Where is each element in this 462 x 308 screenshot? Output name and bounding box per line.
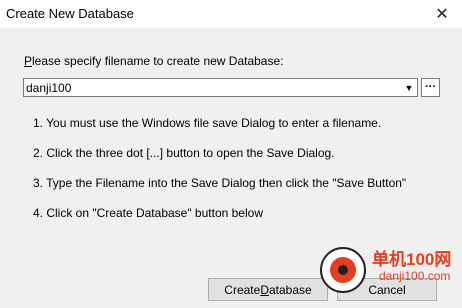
ellipsis-icon: ··· — [425, 81, 436, 93]
prompt-accelerator: P — [24, 54, 33, 68]
filename-combobox[interactable]: danji100 ▼ — [23, 78, 418, 97]
window-title: Create New Database — [6, 6, 134, 21]
watermark-text: 单机100网 — [372, 250, 452, 269]
instruction-step: 1. You must use the Windows file save Di… — [33, 116, 382, 130]
create-database-button[interactable]: Create Database — [208, 278, 328, 301]
close-button[interactable]: ✕ — [422, 0, 462, 28]
filename-value: danji100 — [26, 81, 72, 95]
instruction-step: 3. Type the Filename into the Save Dialo… — [33, 176, 407, 190]
chevron-down-icon[interactable]: ▼ — [401, 79, 417, 96]
watermark-url: danji100.com — [379, 269, 451, 283]
create-button-label-start: Create — [224, 282, 261, 297]
instructions-list: 1. You must use the Windows file save Di… — [33, 116, 443, 236]
title-bar: Create New Database ✕ — [0, 0, 462, 29]
filename-prompt-label: Please specify filename to create new Da… — [24, 54, 284, 68]
close-icon: ✕ — [435, 6, 449, 23]
create-button-accelerator: D — [260, 282, 269, 297]
instruction-step: 2. Click the three dot [...] button to o… — [33, 146, 335, 160]
watermark-circle-icon — [320, 247, 366, 293]
create-button-label-end: atabase — [269, 282, 312, 297]
browse-button[interactable]: ··· — [421, 78, 440, 97]
watermark-logo: 单机100网 danji100.com — [317, 239, 462, 308]
instruction-step: 4. Click on "Create Database" button bel… — [33, 206, 263, 220]
prompt-text: lease specify filename to create new Dat… — [32, 54, 284, 68]
